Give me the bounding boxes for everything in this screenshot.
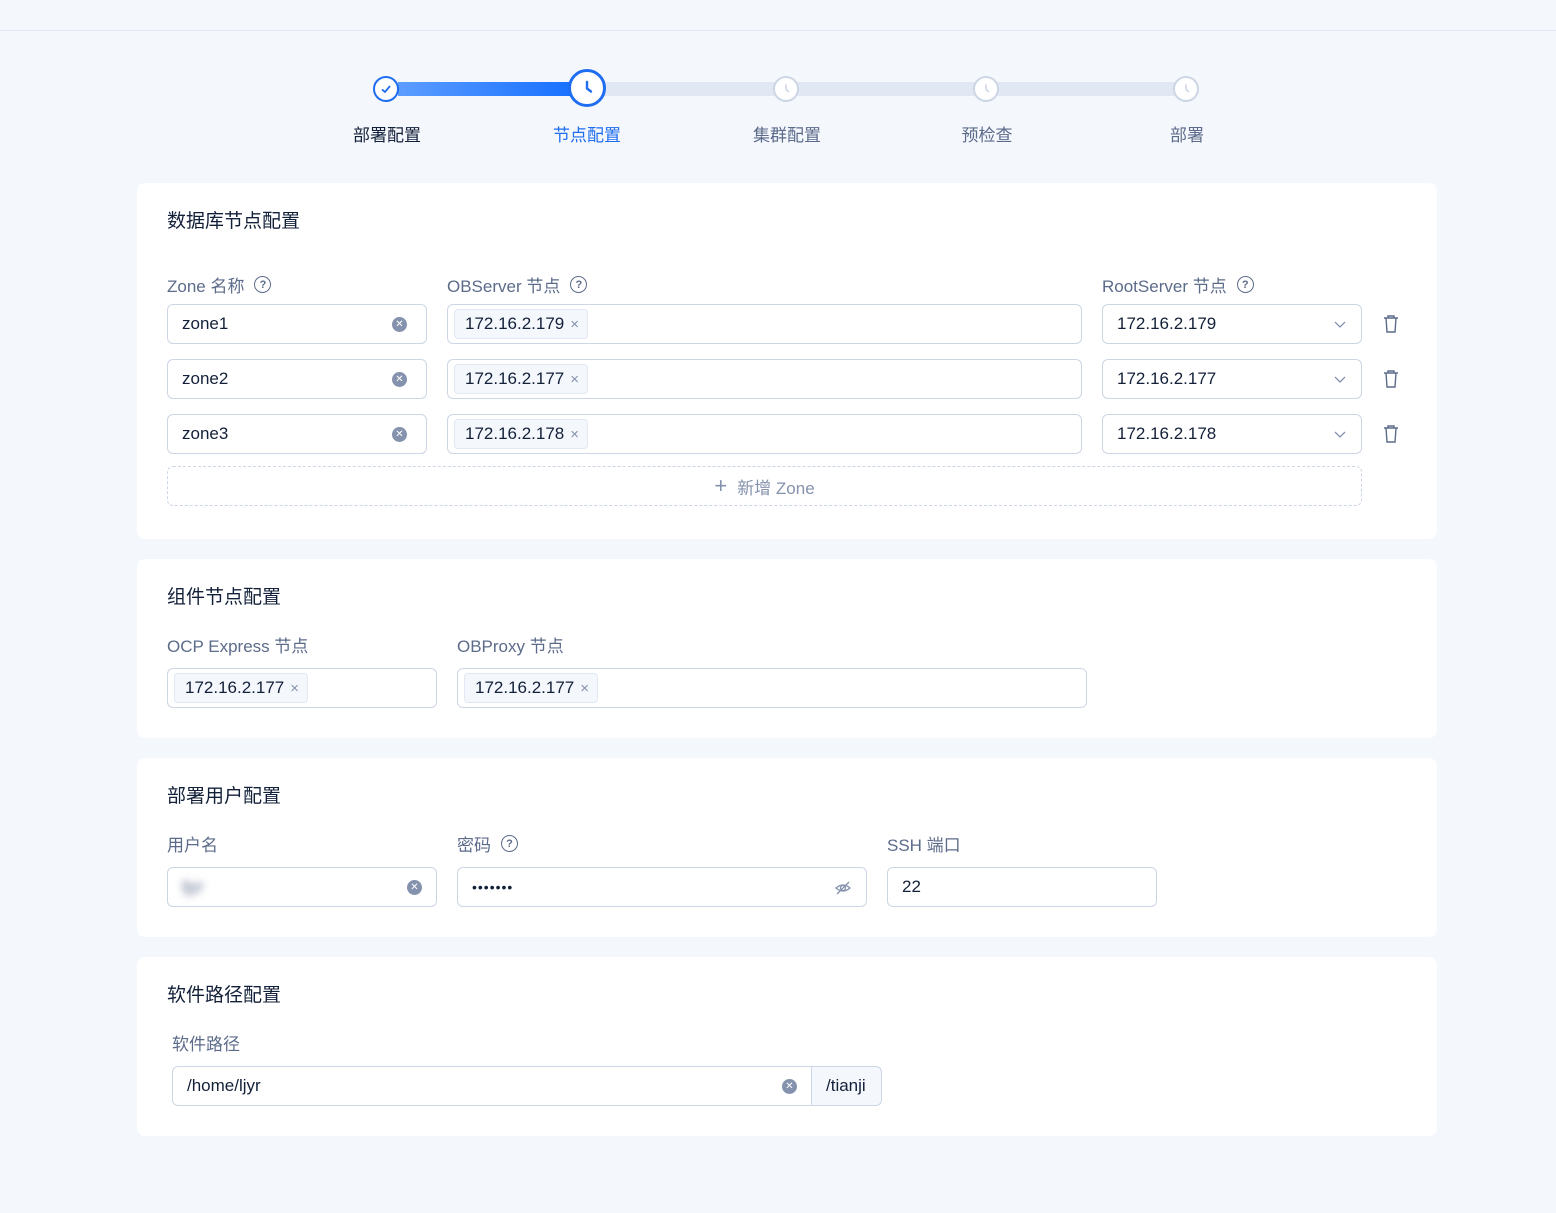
step-label-deploy-config: 部署配置 — [353, 126, 421, 145]
add-zone-button[interactable]: + 新增 Zone — [167, 466, 1362, 506]
card-title: 组件节点配置 — [167, 587, 282, 608]
zone-name-input[interactable]: zone2 ✕ — [167, 359, 427, 399]
step-label-precheck: 预检查 — [961, 126, 1013, 145]
remove-tag-icon[interactable]: × — [570, 426, 579, 443]
observer-label: OBServer 节点 ? — [447, 272, 588, 297]
observer-tag-label: 172.16.2.177 — [465, 369, 565, 388]
component-nodes-card: 组件节点配置 OCP Express 节点 OBProxy 节点 172.16.… — [137, 559, 1437, 738]
observer-tag: 172.16.2.178 × — [454, 419, 589, 449]
rootserver-value: 172.16.2.179 — [1117, 314, 1217, 333]
rootserver-label-text: RootServer 节点 — [1102, 277, 1227, 296]
step-progress: 部署配置 节点配置 集群配置 预检查 部署 — [0, 60, 1556, 160]
password-value: ••••••• — [472, 879, 514, 895]
observer-label-text: OBServer 节点 — [447, 277, 561, 296]
obproxy-tag: 172.16.2.177 × — [464, 673, 599, 703]
software-path-card: 软件路径配置 软件路径 /home/ljyr ✕ /tianji — [137, 957, 1437, 1136]
step-track-pending — [602, 82, 1186, 96]
rootserver-select[interactable]: 172.16.2.177 — [1102, 359, 1362, 399]
card-title: 软件路径配置 — [167, 985, 282, 1006]
obproxy-select[interactable]: 172.16.2.177 × — [457, 668, 1087, 708]
observer-tag: 172.16.2.179 × — [454, 309, 589, 339]
observer-tag-label: 172.16.2.178 — [465, 424, 565, 443]
username-label: 用户名 — [167, 836, 218, 855]
zone-name-value: zone1 — [182, 314, 229, 333]
help-icon[interactable]: ? — [501, 835, 518, 852]
delete-icon[interactable] — [1382, 314, 1400, 334]
password-label: 密码 ? — [457, 831, 518, 856]
ocp-express-tag: 172.16.2.177 × — [174, 673, 309, 703]
software-path-input[interactable]: /home/ljyr ✕ — [172, 1066, 812, 1106]
zone-name-label-text: Zone 名称 — [167, 277, 245, 296]
zone-name-input[interactable]: zone3 ✕ — [167, 414, 427, 454]
step-label-deploy: 部署 — [1170, 126, 1204, 145]
ssh-port-input[interactable]: 22 — [887, 867, 1157, 907]
ocp-express-select[interactable]: 172.16.2.177 × — [167, 668, 437, 708]
remove-tag-icon[interactable]: × — [570, 371, 579, 388]
observer-tag-label: 172.16.2.179 — [465, 314, 565, 333]
card-title: 数据库节点配置 — [167, 211, 301, 232]
zone-name-input[interactable]: zone1 ✕ — [167, 304, 427, 344]
eye-invisible-icon[interactable] — [834, 879, 852, 897]
rootserver-value: 172.16.2.178 — [1117, 424, 1217, 443]
db-nodes-card: 数据库节点配置 Zone 名称 ? OBServer 节点 ? RootServ… — [137, 183, 1437, 539]
clear-icon[interactable]: ✕ — [407, 880, 422, 895]
username-value: ljyr — [182, 877, 204, 896]
step-active-clock-icon — [568, 69, 606, 107]
step-label-node-config: 节点配置 — [553, 126, 621, 145]
obproxy-tag-label: 172.16.2.177 — [475, 678, 575, 697]
software-path-suffix: /tianji — [812, 1066, 882, 1106]
help-icon[interactable]: ? — [254, 276, 272, 293]
ocp-express-tag-label: 172.16.2.177 — [185, 678, 285, 697]
clear-icon[interactable]: ✕ — [392, 427, 407, 442]
delete-icon[interactable] — [1382, 369, 1400, 389]
observer-select[interactable]: 172.16.2.177 × — [447, 359, 1082, 399]
obproxy-label: OBProxy 节点 — [457, 637, 564, 656]
remove-tag-icon[interactable]: × — [580, 680, 589, 697]
rootserver-label: RootServer 节点 ? — [1102, 272, 1254, 297]
password-input[interactable]: ••••••• — [457, 867, 867, 907]
observer-select[interactable]: 172.16.2.178 × — [447, 414, 1082, 454]
delete-icon[interactable] — [1382, 424, 1400, 444]
top-bar — [0, 0, 1556, 31]
add-zone-label: 新增 Zone — [737, 478, 815, 498]
clear-icon[interactable]: ✕ — [392, 317, 407, 332]
step-done-check-icon — [373, 76, 399, 102]
plus-icon: + — [714, 473, 728, 498]
rootserver-value: 172.16.2.177 — [1117, 369, 1217, 388]
card-title: 部署用户配置 — [167, 786, 282, 807]
help-icon[interactable]: ? — [570, 276, 588, 293]
chevron-down-icon — [1334, 376, 1346, 383]
ssh-port-value: 22 — [902, 877, 921, 896]
chevron-down-icon — [1334, 431, 1346, 438]
zone-name-label: Zone 名称 ? — [167, 272, 272, 297]
software-path-label: 软件路径 — [172, 1035, 240, 1054]
observer-tag: 172.16.2.177 × — [454, 364, 589, 394]
help-icon[interactable]: ? — [1236, 276, 1254, 293]
step-pending-clock-icon — [973, 76, 999, 102]
rootserver-select[interactable]: 172.16.2.179 — [1102, 304, 1362, 344]
zone-name-value: zone3 — [182, 424, 229, 443]
password-label-text: 密码 — [457, 836, 491, 855]
step-pending-clock-icon — [773, 76, 799, 102]
step-label-cluster-config: 集群配置 — [753, 126, 821, 145]
clear-icon[interactable]: ✕ — [782, 1079, 797, 1094]
remove-tag-icon[interactable]: × — [290, 680, 299, 697]
step-track-done — [398, 82, 574, 96]
username-input[interactable]: ljyr ✕ — [167, 867, 437, 907]
ssh-port-label: SSH 端口 — [887, 836, 961, 855]
rootserver-select[interactable]: 172.16.2.178 — [1102, 414, 1362, 454]
step-pending-clock-icon — [1173, 76, 1199, 102]
clear-icon[interactable]: ✕ — [392, 372, 407, 387]
ocp-express-label: OCP Express 节点 — [167, 637, 309, 656]
remove-tag-icon[interactable]: × — [570, 316, 579, 333]
software-path-value: /home/ljyr — [187, 1076, 261, 1095]
chevron-down-icon — [1334, 321, 1346, 328]
observer-select[interactable]: 172.16.2.179 × — [447, 304, 1082, 344]
deploy-user-card: 部署用户配置 用户名 密码 ? SSH 端口 ljyr ✕ ••••••• 22 — [137, 758, 1437, 937]
zone-name-value: zone2 — [182, 369, 229, 388]
